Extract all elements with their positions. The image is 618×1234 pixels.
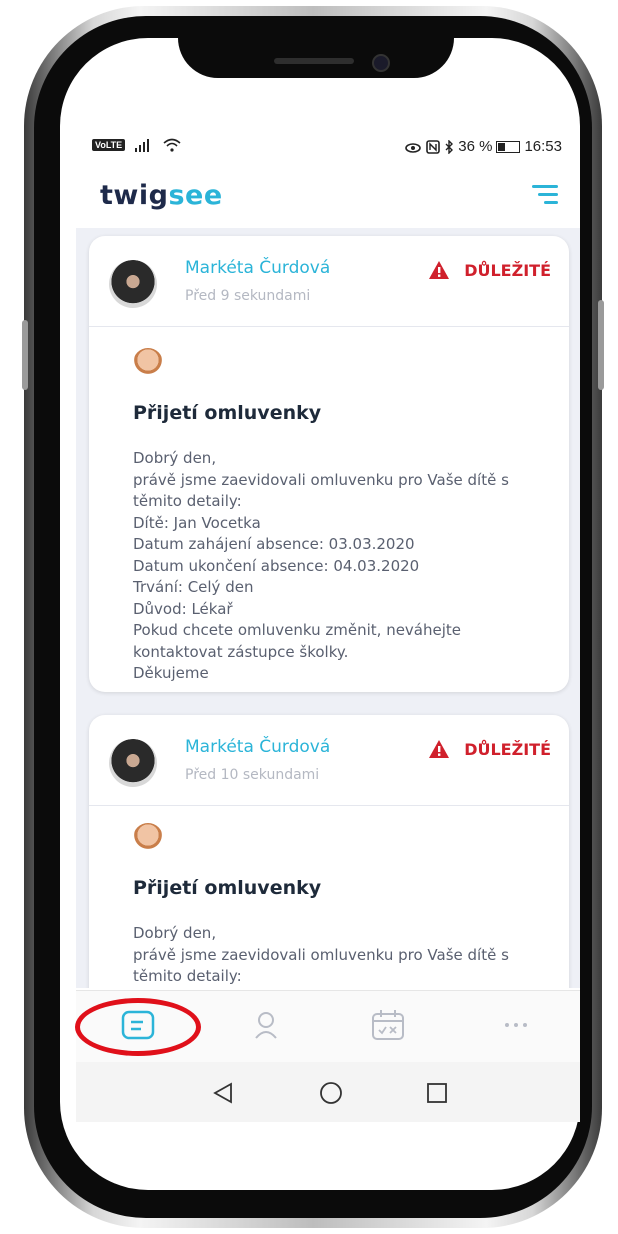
important-label: DŮLEŽITÉ [464,260,551,280]
post-card[interactable]: Markéta Čurdová Před 10 sekundami DŮLEŽI… [89,715,569,988]
body-line: kontaktovat zástupce školky. [133,642,349,661]
logo-part-twig: twig [100,180,169,211]
android-navigation-bar [76,1062,580,1122]
child-avatar [133,823,163,853]
post-header: Markéta Čurdová Před 10 sekundami DŮLEŽI… [89,715,569,806]
news-feed[interactable]: Markéta Čurdová Před 9 sekundami DŮLEŽIT… [76,228,580,988]
post-time: Před 9 sekundami [185,288,311,304]
post-body: Dobrý den, právě jsme zaevidovali omluve… [133,448,553,685]
body-line: Datum ukončení absence: 04.03.2020 [133,556,420,575]
notch [178,18,454,78]
clock: 16:53 [524,138,562,155]
body-line: Dítě: Jan Vocetka [133,513,261,532]
logo-part-see: see [168,180,223,211]
warning-icon [429,261,450,279]
body-line: těmito detaily: [133,967,242,985]
body-line: Dobrý den, [133,924,217,942]
post-time: Před 10 sekundami [185,767,320,783]
body-line: těmito detaily: [133,492,242,510]
body-line: Pokud chcete omluvenku změnit, neváhejte [133,621,462,639]
important-badge: DŮLEŽITÉ [428,260,551,280]
speaker [274,58,354,64]
important-badge: DŮLEŽITÉ [428,739,551,759]
annotation-circle [75,998,201,1056]
profile-icon[interactable] [246,1005,286,1045]
nfc-icon [426,139,441,154]
recents-icon[interactable] [422,1078,452,1108]
post-title: Přijetí omluvenky [133,877,322,899]
back-icon[interactable] [208,1078,238,1108]
volume-button [22,320,28,390]
home-icon[interactable] [316,1078,346,1108]
battery-percent: 36 % [458,138,493,155]
front-camera [372,54,390,72]
avatar [109,260,157,308]
body-line: Trvání: Celý den [133,578,254,596]
body-line: Děkujeme [133,664,209,682]
body-line: Datum zahájení absence: 03.03.2020 [133,535,415,553]
eye-comfort-icon [405,142,422,153]
body-line: Důvod: Lékař [133,599,233,618]
post-body: Dobrý den, právě jsme zaevidovali omluve… [133,923,553,988]
post-author[interactable]: Markéta Čurdová [185,737,330,757]
power-button [598,300,604,390]
warning-icon [429,740,450,758]
volte-badge: VoLTE [92,139,126,151]
battery-icon [496,140,521,153]
post-card[interactable]: Markéta Čurdová Před 9 sekundami DŮLEŽIT… [89,236,569,692]
important-label: DŮLEŽITÉ [464,739,551,759]
post-title: Přijetí omluvenky [133,402,322,424]
menu-icon[interactable] [532,185,558,207]
child-avatar [133,348,163,378]
calendar-icon[interactable] [368,1005,408,1045]
body-line: právě jsme zaevidovali omluvenku pro Vaš… [133,945,509,964]
more-icon[interactable] [496,1005,536,1045]
status-bar: VoLTE 36 % 16:53 [92,138,562,160]
body-line: právě jsme zaevidovali omluvenku pro Vaš… [133,470,509,489]
bluetooth-icon [445,139,454,154]
wifi-icon [163,138,181,152]
post-header: Markéta Čurdová Před 9 sekundami DŮLEŽIT… [89,236,569,327]
post-author[interactable]: Markéta Čurdová [185,258,330,278]
avatar [109,739,157,787]
signal-icon [135,139,150,152]
app-logo: twigsee [100,180,223,211]
body-line: Dobrý den, [133,449,217,467]
